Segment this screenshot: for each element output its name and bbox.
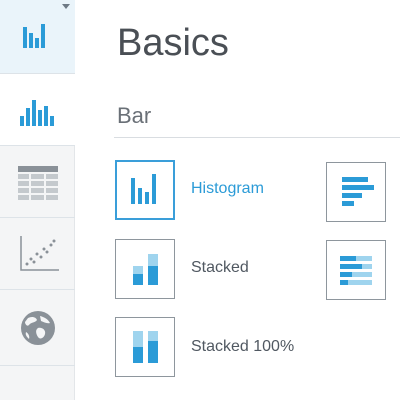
- scatter-plot-icon: [19, 235, 59, 271]
- chart-option-horizontal-bar[interactable]: [326, 162, 386, 222]
- rail-item-scatter[interactable]: [0, 218, 75, 290]
- chart-option-horizontal-stacked[interactable]: [326, 240, 386, 300]
- globe-icon: [20, 310, 55, 345]
- chart-option-stacked-label[interactable]: Stacked: [191, 260, 249, 276]
- bar-chart-icon: [23, 24, 45, 48]
- histogram-icon: [131, 174, 156, 204]
- rail-chart-picker[interactable]: [0, 0, 75, 74]
- chart-option-stacked-100[interactable]: [115, 317, 175, 377]
- histogram-icon: [19, 99, 54, 126]
- horizontal-stacked-bar-icon: [340, 256, 372, 285]
- table-icon: [17, 165, 58, 200]
- chart-type-rail: [0, 0, 75, 400]
- chart-option-stacked-100-label[interactable]: Stacked 100%: [191, 339, 294, 355]
- page-title: Basics: [117, 22, 229, 64]
- horizontal-bar-icon: [342, 177, 374, 206]
- rail-item-histogram[interactable]: [0, 74, 75, 146]
- chart-option-histogram-label[interactable]: Histogram: [191, 181, 264, 197]
- chart-option-histogram[interactable]: [115, 160, 175, 220]
- rail-item-table[interactable]: [0, 146, 75, 218]
- chart-option-stacked[interactable]: [115, 239, 175, 299]
- rail-item-partial[interactable]: [0, 368, 75, 400]
- rail-item-map[interactable]: [0, 290, 75, 366]
- section-title: Bar: [117, 103, 152, 128]
- stacked-100-bar-icon: [133, 331, 158, 363]
- stacked-bar-icon: [133, 254, 158, 285]
- section-divider: [114, 137, 400, 138]
